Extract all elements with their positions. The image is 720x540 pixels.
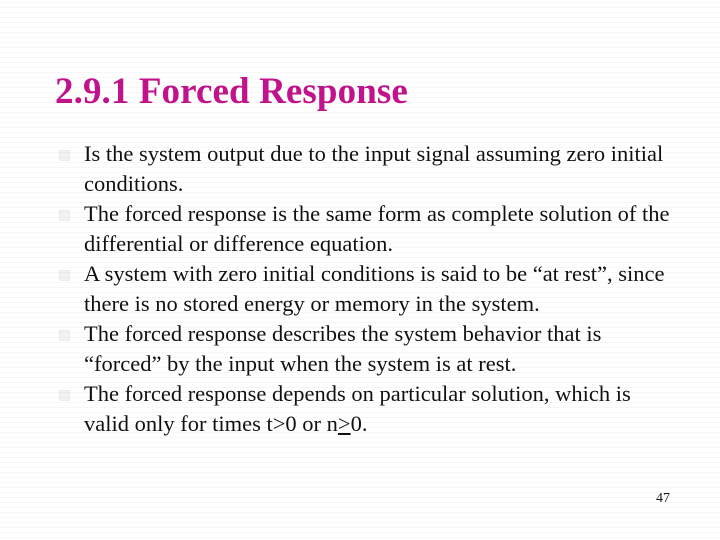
list-item-text: The forced response describes the system… [84,321,602,376]
list-item: The forced response is the same form as … [56,199,680,259]
square-bullet-icon [56,199,84,229]
bullet-list: Is the system output due to the input si… [56,139,680,439]
list-item-text: A system with zero initial conditions is… [84,261,665,316]
list-item-text: The forced response is the same form as … [84,201,670,256]
list-item: The forced response depends on particula… [56,379,680,439]
square-bullet-icon [56,319,84,349]
slide-title: 2.9.1 Forced Response [55,71,408,112]
list-item: A system with zero initial conditions is… [56,259,680,319]
greater-than-or-equal-symbol: > [337,411,351,436]
page-number: 47 [656,491,670,506]
list-item-text: The forced response depends on particula… [84,379,680,439]
list-item-text: Is the system output due to the input si… [84,141,664,196]
slide-canvas: 2.9.1 Forced Response Is the system outp… [0,0,720,540]
square-bullet-icon [56,259,84,289]
list-item-text-after: 0. [350,411,368,436]
square-bullet-icon [56,139,84,169]
list-item: The forced response describes the system… [56,319,680,379]
square-bullet-icon [56,379,84,409]
list-item: Is the system output due to the input si… [56,139,680,199]
